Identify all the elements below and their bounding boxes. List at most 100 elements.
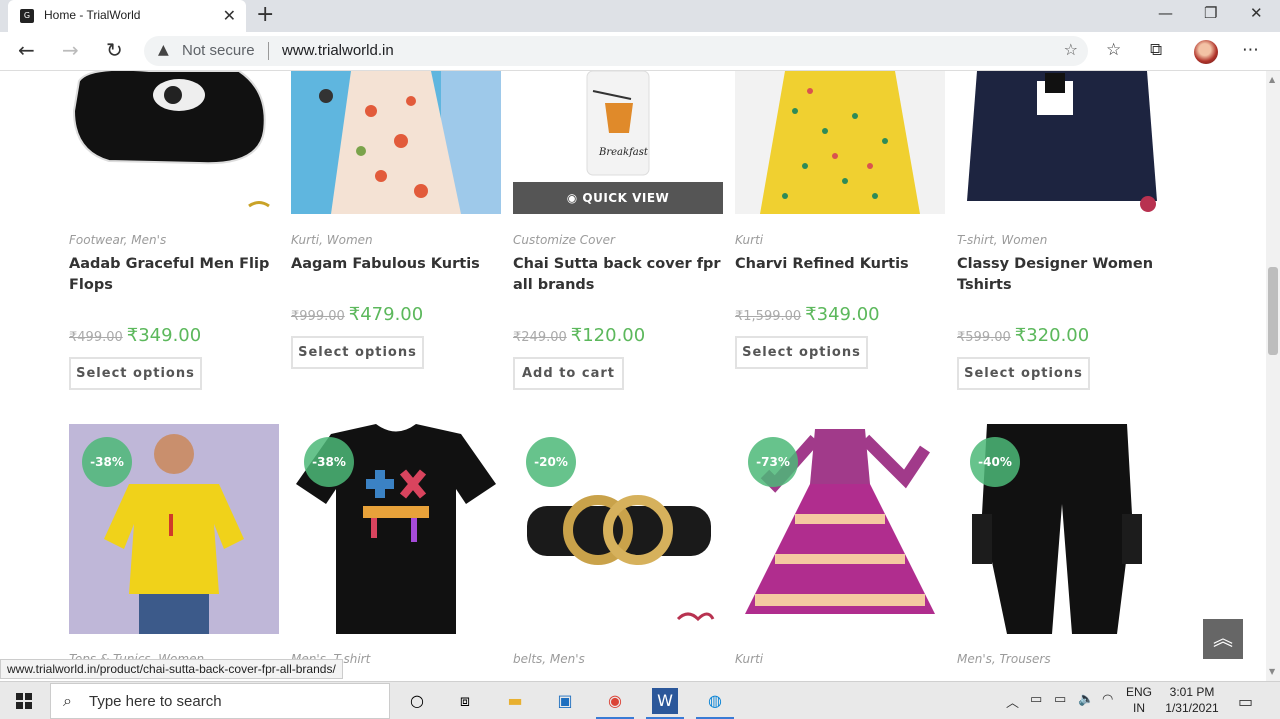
product-title[interactable]: Classy Designer Women Tshirts xyxy=(957,254,1172,296)
store-app-icon[interactable]: ▣ xyxy=(552,688,578,714)
product-image-women-tshirt[interactable] xyxy=(957,71,1167,214)
restore-icon[interactable]: ❐ xyxy=(1204,4,1217,22)
product-category[interactable]: Kurti xyxy=(735,652,763,666)
scroll-to-top-button[interactable]: ︽ xyxy=(1203,619,1243,659)
page-content: Breakfast ◉ QUICK VIEW Footwear, Men's A… xyxy=(0,71,1266,681)
product-image-charvi-kurti[interactable] xyxy=(735,71,945,214)
product-price: ₹249.00 ₹120.00 xyxy=(513,325,645,346)
product-price: ₹1,599.00 ₹349.00 xyxy=(735,304,880,325)
input-language[interactable]: ENG IN xyxy=(1124,684,1154,716)
search-icon: ⌕ xyxy=(63,691,72,710)
select-options-button[interactable]: Select options xyxy=(69,357,202,390)
product-category[interactable]: Men's, Trousers xyxy=(957,652,1051,666)
select-options-button[interactable]: Select options xyxy=(735,336,868,369)
volume-icon[interactable]: 🔈 xyxy=(1078,692,1094,707)
product-image-black-tshirt[interactable]: -38% xyxy=(291,424,501,634)
product-image-aagam-kurti[interactable] xyxy=(291,71,501,214)
sale-price: ₹320.00 xyxy=(1014,325,1090,346)
scroll-up-arrow-icon[interactable]: ▲ xyxy=(1269,75,1275,84)
security-label[interactable]: Not secure xyxy=(182,42,255,59)
product-image-black-trousers[interactable]: -40% xyxy=(957,424,1167,634)
product-category[interactable]: Footwear, Men's xyxy=(69,233,166,247)
address-divider xyxy=(268,42,269,60)
address-bar[interactable]: ▲ Not secure www.trialworld.in ☆ xyxy=(144,36,1088,66)
browser-toolbar: ← → ↻ ▲ Not secure www.trialworld.in ☆ ☆… xyxy=(0,32,1280,71)
taskbar-search[interactable]: ⌕ Type here to search xyxy=(50,683,390,719)
lang-code: ENG xyxy=(1125,685,1152,699)
lang-region: IN xyxy=(1133,701,1145,715)
search-placeholder: Type here to search xyxy=(89,693,222,710)
meet-now-icon[interactable]: ▭ xyxy=(1030,692,1042,707)
quick-view-label: QUICK VIEW xyxy=(582,191,670,205)
profile-avatar[interactable] xyxy=(1194,40,1218,64)
battery-icon[interactable]: ▭ xyxy=(1054,692,1066,707)
back-icon[interactable]: ← xyxy=(18,38,35,62)
chrome-icon[interactable]: ◉ xyxy=(596,688,634,719)
favorites-icon[interactable]: ☆ xyxy=(1106,40,1121,60)
clock-date: 1/31/2021 xyxy=(1165,701,1219,715)
product-category[interactable]: Customize Cover xyxy=(513,233,615,247)
product-image-yellow-top[interactable]: -38% xyxy=(69,424,279,634)
taskbar: ⌕ Type here to search ○ ⧈ ▬ ▣ ◉ W ◍ ︿ ▭ … xyxy=(0,681,1280,719)
regular-price: ₹499.00 xyxy=(69,330,123,345)
select-options-button[interactable]: Select options xyxy=(291,336,424,369)
new-tab-button[interactable]: + xyxy=(256,2,274,27)
product-category[interactable]: Kurti, Women xyxy=(291,233,373,247)
regular-price: ₹1,599.00 xyxy=(735,309,802,324)
cortana-icon[interactable]: ○ xyxy=(404,688,430,714)
collections-icon[interactable]: ⧉ xyxy=(1150,40,1162,60)
discount-badge: -73% xyxy=(748,437,798,487)
product-image-belt[interactable]: -20% xyxy=(513,424,723,634)
window-close-icon[interactable]: ✕ xyxy=(1250,4,1263,22)
tab-strip: G Home - TrialWorld ✕ + — ❐ ✕ xyxy=(0,0,1280,32)
discount-badge: -38% xyxy=(82,437,132,487)
regular-price: ₹249.00 xyxy=(513,330,567,345)
forward-icon[interactable]: → xyxy=(62,38,79,62)
product-title[interactable]: Chai Sutta back cover fpr all brands xyxy=(513,254,728,296)
task-view-icon[interactable]: ⧈ xyxy=(452,688,478,714)
product-image-chai-cover[interactable]: Breakfast ◉ QUICK VIEW xyxy=(513,71,723,214)
regular-price: ₹599.00 xyxy=(957,330,1011,345)
scroll-down-arrow-icon[interactable]: ▼ xyxy=(1269,667,1275,676)
product-image-flip-flops[interactable] xyxy=(69,71,279,214)
refresh-icon[interactable]: ↻ xyxy=(106,38,123,62)
more-menu-icon[interactable]: ⋯ xyxy=(1242,40,1259,60)
double-chevron-up-icon: ︽ xyxy=(1213,626,1233,650)
product-image-purple-kurti[interactable]: -73% xyxy=(735,424,945,634)
product-price: ₹599.00 ₹320.00 xyxy=(957,325,1089,346)
product-price: ₹499.00 ₹349.00 xyxy=(69,325,201,346)
tab-home[interactable]: G Home - TrialWorld ✕ xyxy=(8,0,246,32)
start-button[interactable] xyxy=(16,693,32,709)
site-favicon-icon: G xyxy=(20,9,34,23)
product-title[interactable]: Charvi Refined Kurtis xyxy=(735,254,950,275)
show-hidden-icons-icon[interactable]: ︿ xyxy=(1006,692,1019,711)
word-icon[interactable]: W xyxy=(646,688,684,719)
product-category[interactable]: Kurti xyxy=(735,233,763,247)
wifi-icon[interactable]: ◠ xyxy=(1102,692,1113,707)
warning-icon[interactable]: ▲ xyxy=(158,42,169,58)
edge-icon[interactable]: ◍ xyxy=(696,688,734,719)
notifications-icon[interactable]: ▭ xyxy=(1238,692,1253,711)
add-to-cart-button[interactable]: Add to cart xyxy=(513,357,624,390)
minimize-icon[interactable]: — xyxy=(1158,4,1173,22)
file-explorer-icon[interactable]: ▬ xyxy=(502,688,528,714)
sale-price: ₹120.00 xyxy=(570,325,646,346)
clock-time: 3:01 PM xyxy=(1169,685,1215,699)
tab-title: Home - TrialWorld xyxy=(44,8,141,22)
add-favorite-icon[interactable]: ☆ xyxy=(1064,40,1078,59)
scrollbar-thumb[interactable] xyxy=(1268,267,1278,355)
select-options-button[interactable]: Select options xyxy=(957,357,1090,390)
product-category[interactable]: T-shirt, Women xyxy=(957,233,1047,247)
tab-close-icon[interactable]: ✕ xyxy=(223,6,236,25)
page-scrollbar[interactable]: ▲ ▼ xyxy=(1266,71,1280,681)
sale-price: ₹479.00 xyxy=(348,304,424,325)
product-title[interactable]: Aagam Fabulous Kurtis xyxy=(291,254,506,275)
product-category[interactable]: belts, Men's xyxy=(513,652,585,666)
discount-badge: -38% xyxy=(304,437,354,487)
product-title[interactable]: Aadab Graceful Men Flip Flops xyxy=(69,254,284,296)
system-clock[interactable]: 3:01 PM 1/31/2021 xyxy=(1160,684,1224,716)
eye-icon: ◉ xyxy=(566,191,578,205)
quick-view-button[interactable]: ◉ QUICK VIEW xyxy=(513,182,723,214)
url-text[interactable]: www.trialworld.in xyxy=(282,42,394,59)
product-price: ₹999.00 ₹479.00 xyxy=(291,304,423,325)
